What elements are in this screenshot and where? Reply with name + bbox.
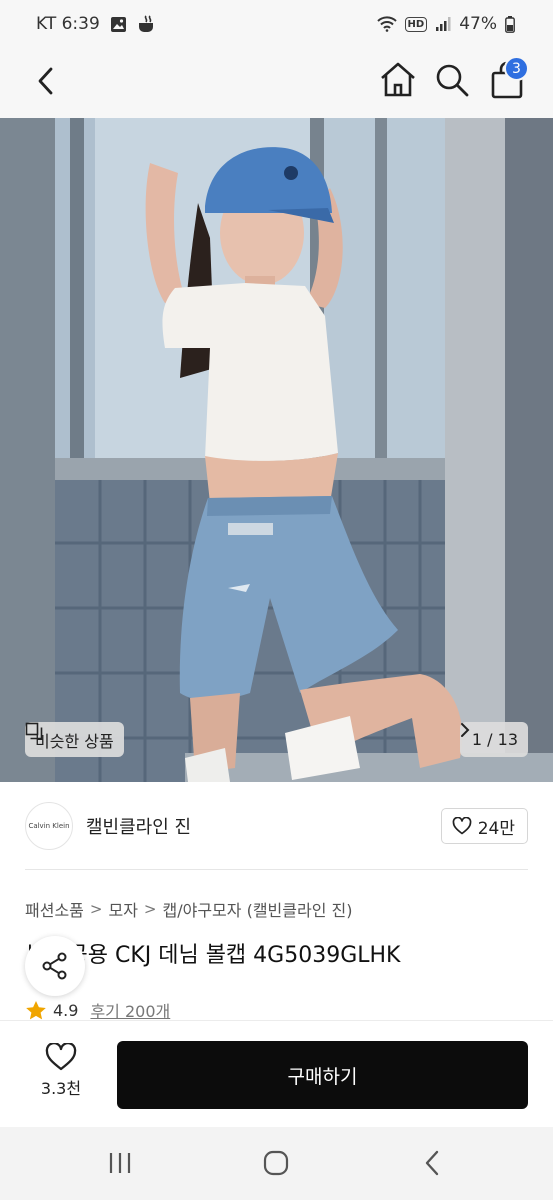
copy-icon: [25, 722, 43, 740]
status-left: KT 6:39: [36, 14, 157, 34]
breadcrumb-separator: >: [89, 900, 103, 918]
status-bar: KT 6:39 HD 47%: [0, 0, 553, 48]
breadcrumb-item[interactable]: 캡/야구모자 (캘빈클라인 진): [163, 897, 353, 921]
image-page-indicator[interactable]: 1 / 13: [459, 722, 528, 757]
brand-like-count: 24만: [477, 818, 515, 839]
coffee-icon: [138, 15, 153, 32]
search-icon: [436, 64, 469, 97]
breadcrumb-separator: >: [143, 900, 157, 918]
similar-products-button[interactable]: 비슷한 상품: [25, 722, 124, 757]
wishlist-count: 3.3천: [40, 1079, 82, 1098]
divider: [25, 869, 528, 870]
heart-icon: [452, 817, 472, 835]
brand-name[interactable]: 캘빈클라인 진: [86, 813, 191, 839]
brand-logo[interactable]: Calvin Klein: [25, 802, 73, 850]
recent-apps-icon: [109, 1153, 131, 1173]
breadcrumb-item[interactable]: 모자: [108, 897, 137, 921]
brand-logo-text: Calvin Klein: [28, 822, 70, 830]
brand-row: Calvin Klein 캘빈클라인 진 24만: [0, 782, 553, 870]
purchase-bar: 3.3천 구매하기: [0, 1020, 553, 1127]
carrier-time: KT 6:39: [36, 14, 100, 34]
battery-icon: [505, 15, 515, 33]
top-app-bar: [0, 48, 553, 118]
home-icon: [381, 62, 415, 97]
hd-badge: HD: [404, 16, 428, 32]
home-button[interactable]: [376, 58, 420, 102]
star-icon: [26, 1000, 46, 1019]
battery-percent: 47%: [459, 14, 497, 34]
image-page-count: 1 / 13: [471, 730, 518, 749]
similar-products-label: 비슷한 상품: [35, 731, 114, 751]
status-right: HD 47%: [376, 14, 515, 34]
rating-value: 4.9: [53, 1000, 79, 1020]
search-button[interactable]: [430, 58, 474, 102]
home-circle-icon: [263, 1150, 289, 1176]
share-icon: [42, 952, 67, 980]
chevron-right-icon: [460, 723, 470, 737]
cart-count-badge: 3: [504, 56, 529, 81]
gallery-icon: [110, 16, 126, 32]
share-button[interactable]: [25, 936, 85, 996]
wishlist-button[interactable]: 3.3천: [26, 1043, 96, 1105]
heart-icon: [45, 1043, 77, 1071]
breadcrumb: 패션소품 > 모자 > 캡/야구모자 (캘빈클라인 진): [25, 897, 352, 921]
review-link[interactable]: 후기 200개: [90, 998, 170, 1022]
breadcrumb-item[interactable]: 패션소품: [25, 897, 84, 921]
back-button[interactable]: [26, 61, 66, 101]
signal-icon: [436, 17, 451, 31]
rating-row: 4.9 후기 200개: [25, 998, 170, 1022]
home-nav-button[interactable]: [256, 1145, 296, 1181]
brand-like-button[interactable]: 24만: [440, 808, 528, 844]
wifi-icon: [376, 16, 397, 32]
recent-apps-button[interactable]: [100, 1145, 140, 1181]
product-photo: [0, 118, 553, 782]
system-nav-bar: [0, 1127, 553, 1200]
back-nav-button[interactable]: [412, 1145, 452, 1181]
chevron-left-icon: [38, 67, 53, 95]
product-image-carousel[interactable]: 비슷한 상품 1 / 13: [0, 118, 553, 782]
back-nav-icon: [425, 1150, 439, 1176]
buy-button[interactable]: 구매하기: [117, 1041, 528, 1109]
